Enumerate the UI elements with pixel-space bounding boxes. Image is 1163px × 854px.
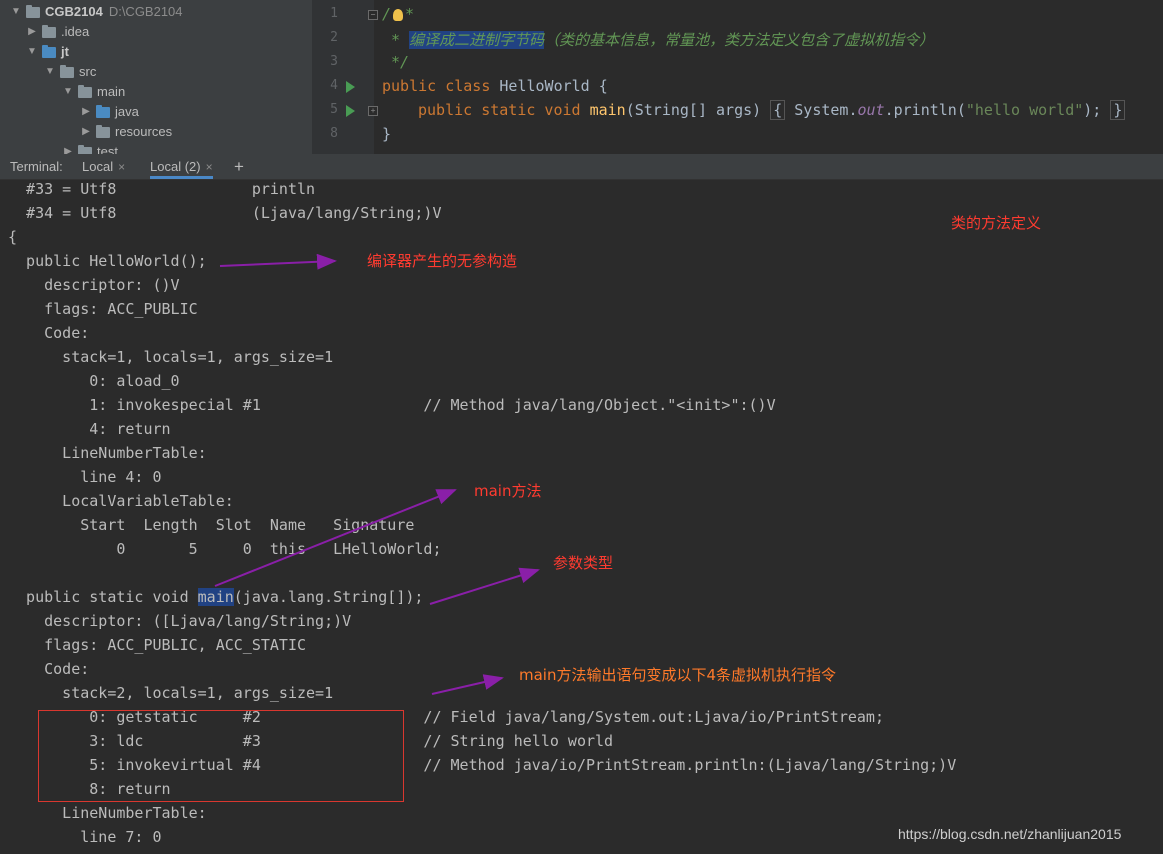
annotation-class-methods: 类的方法定义: [951, 214, 1042, 232]
arrow-param-type: [429, 567, 540, 605]
annotation-main-method: main方法: [474, 482, 542, 500]
annotation-param-type: 参数类型: [553, 554, 614, 572]
annotation-constructor: 编译器产生的无参构造: [367, 252, 518, 270]
arrow-instructions: [431, 674, 504, 695]
instructions-highlight-box: [38, 710, 404, 802]
watermark: https://blog.csdn.net/zhanlijuan2015: [898, 826, 1122, 842]
annotation-instructions: main方法输出语句变成以下4条虚拟机执行指令: [519, 666, 837, 684]
arrow-main-method: [214, 489, 457, 587]
arrow-constructor: [219, 253, 337, 270]
